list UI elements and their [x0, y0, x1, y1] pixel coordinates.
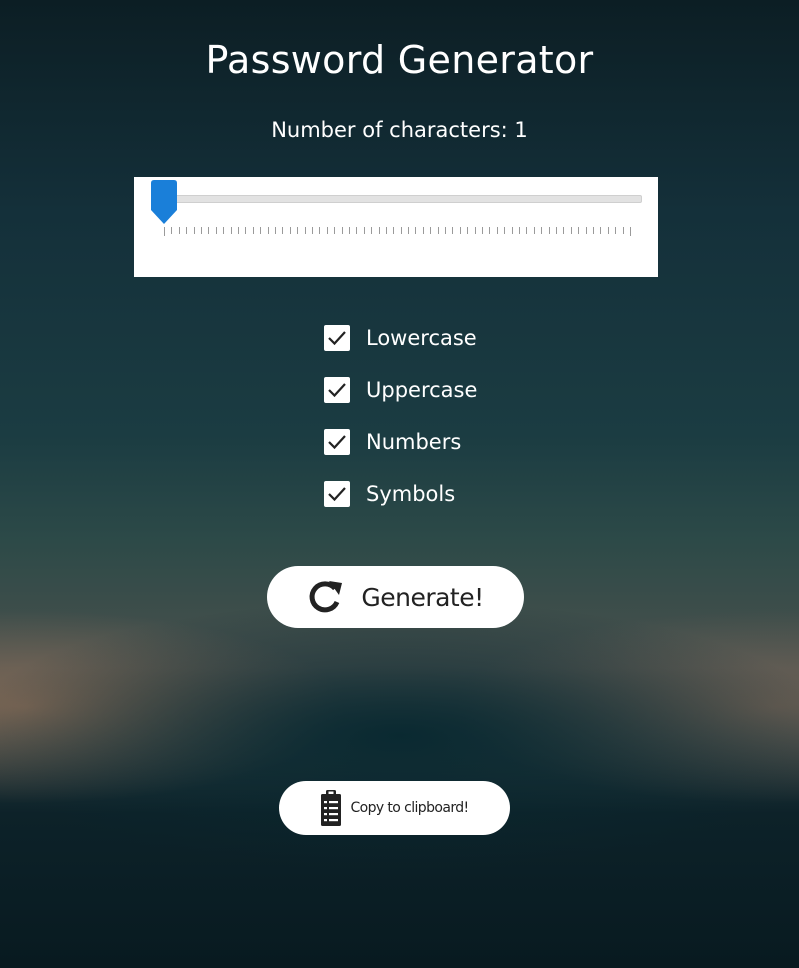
page-title: Password Generator: [205, 38, 594, 82]
slider-tick: [541, 227, 543, 234]
option-numbers[interactable]: Numbers: [324, 416, 477, 468]
slider-tick: [215, 227, 217, 234]
slider-tick: [445, 227, 447, 234]
slider-tick: [415, 227, 417, 234]
numbers-label: Numbers: [366, 430, 462, 454]
slider-tick: [437, 227, 439, 234]
slider-tick: [504, 227, 506, 234]
slider-tick: [452, 227, 454, 234]
slider-tick: [326, 227, 328, 234]
length-slider-panel: [134, 177, 658, 277]
slider-tick: [607, 227, 609, 234]
copy-label: Copy to clipboard!: [350, 800, 469, 816]
slider-tick: [600, 227, 602, 234]
slider-tick: [260, 227, 262, 234]
checkmark-icon: [328, 487, 346, 502]
slider-tick: [578, 227, 580, 234]
slider-tick: [585, 227, 587, 234]
option-symbols[interactable]: Symbols: [324, 468, 477, 520]
slider-tick: [245, 227, 247, 234]
length-slider-thumb[interactable]: [151, 180, 177, 224]
slider-tick: [548, 227, 550, 234]
slider-tick: [282, 227, 284, 234]
slider-tick: [474, 227, 476, 234]
slider-tick: [363, 227, 365, 234]
slider-tick: [467, 227, 469, 234]
slider-tick: [171, 227, 173, 234]
lowercase-checkbox[interactable]: [324, 325, 350, 351]
slider-tick: [297, 227, 299, 234]
character-options: Lowercase Uppercase Numbers Symbols: [324, 312, 477, 520]
slider-tick: [289, 227, 291, 234]
slider-tick: [208, 227, 210, 234]
symbols-label: Symbols: [366, 482, 456, 506]
numbers-checkbox[interactable]: [324, 429, 350, 455]
slider-tick: [319, 227, 321, 234]
option-uppercase[interactable]: Uppercase: [324, 364, 477, 416]
slider-tick: [511, 227, 513, 234]
checkmark-icon: [328, 435, 346, 450]
slider-tick: [341, 227, 343, 234]
slider-tick: [178, 227, 180, 234]
slider-tick: [267, 227, 269, 234]
length-slider-ticks: [164, 227, 631, 236]
slider-tick: [489, 227, 491, 234]
slider-tick: [408, 227, 410, 234]
slider-tick: [371, 227, 373, 234]
slider-tick: [164, 227, 165, 236]
slider-tick: [459, 227, 461, 234]
uppercase-label: Uppercase: [366, 378, 478, 402]
symbols-checkbox[interactable]: [324, 481, 350, 507]
slider-tick: [400, 227, 402, 234]
slider-tick: [186, 227, 188, 234]
slider-tick: [556, 227, 558, 234]
clipboard-icon: [320, 789, 342, 827]
checkmark-icon: [328, 383, 346, 398]
slider-tick: [430, 227, 432, 234]
slider-tick: [526, 227, 528, 234]
slider-tick: [615, 227, 617, 234]
slider-tick: [252, 227, 254, 234]
length-slider-track[interactable]: [162, 195, 642, 203]
slider-tick: [533, 227, 535, 234]
slider-tick: [348, 227, 350, 234]
slider-tick: [274, 227, 276, 234]
slider-tick: [304, 227, 306, 234]
uppercase-checkbox[interactable]: [324, 377, 350, 403]
slider-tick: [622, 227, 624, 234]
checkmark-icon: [328, 331, 346, 346]
generate-button[interactable]: Generate!: [267, 566, 524, 628]
character-count-text: Number of characters:: [271, 118, 515, 142]
generate-label: Generate!: [361, 582, 484, 612]
slider-tick: [378, 227, 380, 234]
slider-tick: [311, 227, 313, 234]
slider-tick: [237, 227, 239, 234]
slider-tick: [563, 227, 565, 234]
slider-tick: [200, 227, 202, 234]
slider-tick: [593, 227, 595, 234]
slider-tick: [385, 227, 387, 234]
slider-tick: [393, 227, 395, 234]
slider-tick: [356, 227, 358, 234]
slider-tick: [482, 227, 484, 234]
refresh-icon: [307, 580, 345, 614]
slider-tick: [223, 227, 225, 234]
slider-tick: [519, 227, 521, 234]
slider-tick: [230, 227, 232, 234]
character-count-value: 1: [514, 118, 528, 142]
character-count-label: Number of characters: 1: [0, 118, 799, 142]
copy-to-clipboard-button[interactable]: Copy to clipboard!: [279, 781, 510, 835]
slider-tick: [570, 227, 572, 234]
slider-tick: [422, 227, 424, 234]
slider-tick: [193, 227, 195, 234]
slider-tick: [630, 227, 631, 236]
slider-tick: [334, 227, 336, 234]
slider-tick: [496, 227, 498, 234]
option-lowercase[interactable]: Lowercase: [324, 312, 477, 364]
lowercase-label: Lowercase: [366, 326, 477, 350]
